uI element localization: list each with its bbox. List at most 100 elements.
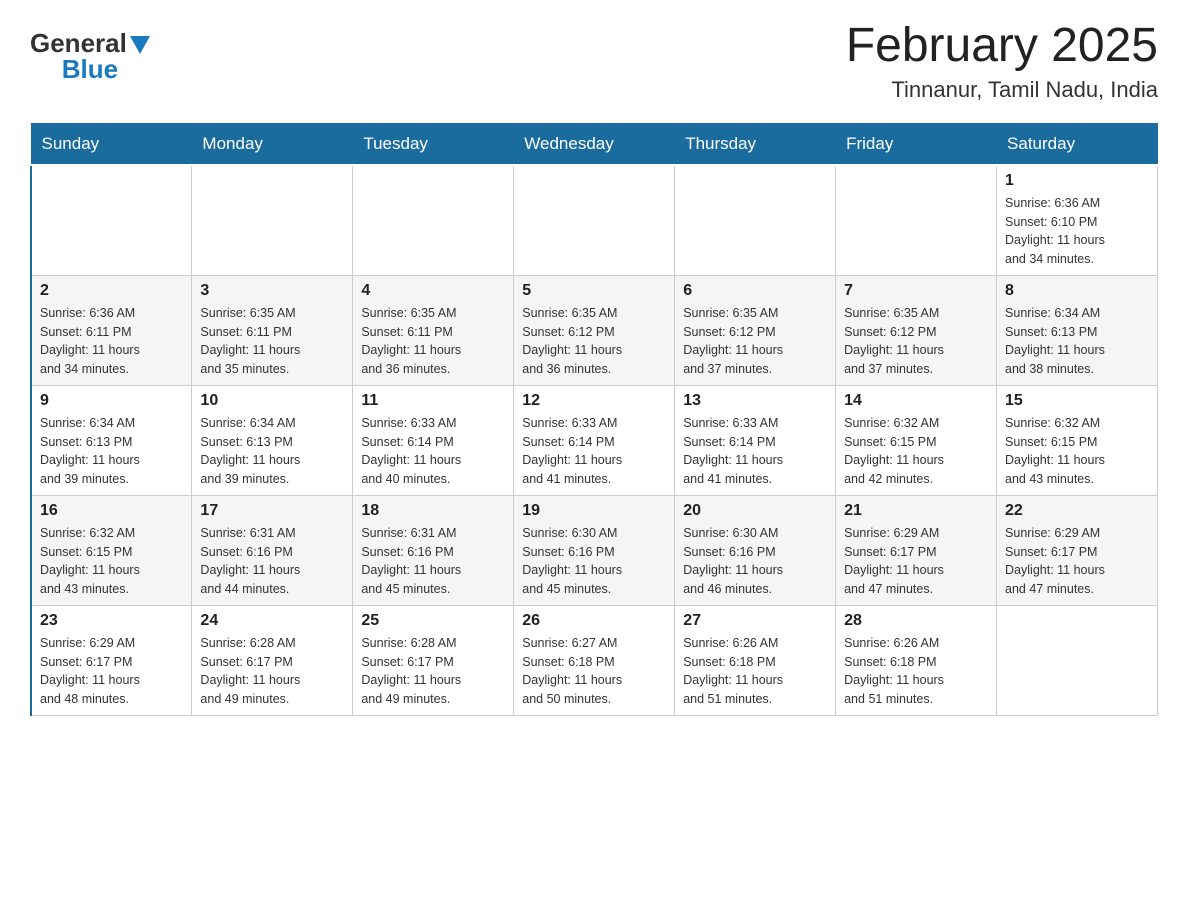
day-number: 2 [40,282,183,300]
calendar-day-cell [997,605,1158,715]
day-number: 11 [361,392,505,410]
calendar-day-cell: 25 Sunrise: 6:28 AMSunset: 6:17 PMDayligh… [353,605,514,715]
day-info: Sunrise: 6:35 AMSunset: 6:12 PMDaylight:… [683,304,827,379]
calendar-day-cell: 18 Sunrise: 6:31 AMSunset: 6:16 PMDayligh… [353,495,514,605]
col-monday: Monday [192,123,353,165]
calendar-week-row: 1 Sunrise: 6:36 AMSunset: 6:10 PMDaylight… [31,165,1158,276]
calendar-day-cell: 11 Sunrise: 6:33 AMSunset: 6:14 PMDayligh… [353,385,514,495]
day-info: Sunrise: 6:35 AMSunset: 6:12 PMDaylight:… [522,304,666,379]
calendar-day-cell: 17Sunrise: 6:31 AMSunset: 6:16 PMDayligh… [192,495,353,605]
day-number: 21 [844,502,988,520]
calendar-day-cell: 3 Sunrise: 6:35 AMSunset: 6:11 PMDaylight… [192,275,353,385]
day-number: 1 [1005,172,1149,190]
day-info: Sunrise: 6:30 AMSunset: 6:16 PMDaylight:… [683,524,827,599]
calendar-day-cell [353,165,514,276]
day-info: Sunrise: 6:31 AMSunset: 6:16 PMDaylight:… [361,524,505,599]
day-info: Sunrise: 6:34 AMSunset: 6:13 PMDaylight:… [200,414,344,489]
calendar-day-cell [192,165,353,276]
col-thursday: Thursday [675,123,836,165]
calendar-day-cell: 1 Sunrise: 6:36 AMSunset: 6:10 PMDaylight… [997,165,1158,276]
day-info: Sunrise: 6:28 AMSunset: 6:17 PMDaylight:… [361,634,505,709]
calendar-week-row: 2 Sunrise: 6:36 AMSunset: 6:11 PMDaylight… [31,275,1158,385]
calendar-day-cell: 13 Sunrise: 6:33 AMSunset: 6:14 PMDayligh… [675,385,836,495]
day-info: Sunrise: 6:29 AMSunset: 6:17 PMDaylight:… [1005,524,1149,599]
day-info: Sunrise: 6:26 AMSunset: 6:18 PMDaylight:… [683,634,827,709]
day-number: 16 [40,502,183,520]
calendar-day-cell: 19 Sunrise: 6:30 AMSunset: 6:16 PMDayligh… [514,495,675,605]
calendar-day-cell: 28 Sunrise: 6:26 AMSunset: 6:18 PMDayligh… [836,605,997,715]
day-info: Sunrise: 6:36 AMSunset: 6:11 PMDaylight:… [40,304,183,379]
day-info: Sunrise: 6:34 AMSunset: 6:13 PMDaylight:… [1005,304,1149,379]
calendar-day-cell: 24 Sunrise: 6:28 AMSunset: 6:17 PMDayligh… [192,605,353,715]
day-info: Sunrise: 6:32 AMSunset: 6:15 PMDaylight:… [1005,414,1149,489]
calendar-day-cell: 4 Sunrise: 6:35 AMSunset: 6:11 PMDaylight… [353,275,514,385]
day-number: 13 [683,392,827,410]
day-info: Sunrise: 6:33 AMSunset: 6:14 PMDaylight:… [683,414,827,489]
day-number: 28 [844,612,988,630]
col-wednesday: Wednesday [514,123,675,165]
day-number: 26 [522,612,666,630]
page-header: General Blue February 2025 Tinnanur, Tam… [30,20,1158,103]
day-info: Sunrise: 6:28 AMSunset: 6:17 PMDaylight:… [200,634,344,709]
calendar-day-cell: 5Sunrise: 6:35 AMSunset: 6:12 PMDaylight… [514,275,675,385]
day-info: Sunrise: 6:35 AMSunset: 6:11 PMDaylight:… [361,304,505,379]
calendar-week-row: 9 Sunrise: 6:34 AMSunset: 6:13 PMDaylight… [31,385,1158,495]
calendar-day-cell: 6 Sunrise: 6:35 AMSunset: 6:12 PMDaylight… [675,275,836,385]
calendar-day-cell: 21Sunrise: 6:29 AMSunset: 6:17 PMDayligh… [836,495,997,605]
day-number: 27 [683,612,827,630]
day-info: Sunrise: 6:27 AMSunset: 6:18 PMDaylight:… [522,634,666,709]
logo-blue: Blue [62,54,118,84]
day-info: Sunrise: 6:30 AMSunset: 6:16 PMDaylight:… [522,524,666,599]
day-info: Sunrise: 6:34 AMSunset: 6:13 PMDaylight:… [40,414,183,489]
day-number: 23 [40,612,183,630]
calendar-day-cell: 20Sunrise: 6:30 AMSunset: 6:16 PMDayligh… [675,495,836,605]
calendar-day-cell [675,165,836,276]
calendar-week-row: 23 Sunrise: 6:29 AMSunset: 6:17 PMDayligh… [31,605,1158,715]
col-tuesday: Tuesday [353,123,514,165]
day-number: 4 [361,282,505,300]
day-number: 22 [1005,502,1149,520]
logo-general: General [30,30,127,56]
calendar-day-cell: 12Sunrise: 6:33 AMSunset: 6:14 PMDayligh… [514,385,675,495]
day-number: 6 [683,282,827,300]
calendar-week-row: 16 Sunrise: 6:32 AMSunset: 6:15 PMDayligh… [31,495,1158,605]
day-info: Sunrise: 6:36 AMSunset: 6:10 PMDaylight:… [1005,194,1149,269]
day-number: 19 [522,502,666,520]
location-subtitle: Tinnanur, Tamil Nadu, India [846,77,1158,103]
calendar-day-cell [514,165,675,276]
title-block: February 2025 Tinnanur, Tamil Nadu, Indi… [846,20,1158,103]
day-info: Sunrise: 6:32 AMSunset: 6:15 PMDaylight:… [40,524,183,599]
day-number: 10 [200,392,344,410]
calendar-day-cell [31,165,192,276]
day-info: Sunrise: 6:33 AMSunset: 6:14 PMDaylight:… [522,414,666,489]
day-number: 18 [361,502,505,520]
day-number: 8 [1005,282,1149,300]
calendar-day-cell: 15 Sunrise: 6:32 AMSunset: 6:15 PMDayligh… [997,385,1158,495]
calendar-day-cell: 7 Sunrise: 6:35 AMSunset: 6:12 PMDaylight… [836,275,997,385]
day-number: 3 [200,282,344,300]
day-info: Sunrise: 6:35 AMSunset: 6:11 PMDaylight:… [200,304,344,379]
day-number: 7 [844,282,988,300]
calendar-day-cell: 14Sunrise: 6:32 AMSunset: 6:15 PMDayligh… [836,385,997,495]
day-number: 15 [1005,392,1149,410]
calendar-day-cell: 9 Sunrise: 6:34 AMSunset: 6:13 PMDaylight… [31,385,192,495]
day-info: Sunrise: 6:35 AMSunset: 6:12 PMDaylight:… [844,304,988,379]
day-info: Sunrise: 6:26 AMSunset: 6:18 PMDaylight:… [844,634,988,709]
day-number: 9 [40,392,183,410]
calendar-day-cell [836,165,997,276]
day-number: 25 [361,612,505,630]
day-number: 24 [200,612,344,630]
calendar-day-cell: 23 Sunrise: 6:29 AMSunset: 6:17 PMDayligh… [31,605,192,715]
month-year-title: February 2025 [846,20,1158,73]
calendar-day-cell: 10 Sunrise: 6:34 AMSunset: 6:13 PMDayligh… [192,385,353,495]
col-friday: Friday [836,123,997,165]
calendar-day-cell: 26 Sunrise: 6:27 AMSunset: 6:18 PMDayligh… [514,605,675,715]
calendar-day-cell: 2 Sunrise: 6:36 AMSunset: 6:11 PMDaylight… [31,275,192,385]
calendar-day-cell: 16 Sunrise: 6:32 AMSunset: 6:15 PMDayligh… [31,495,192,605]
day-info: Sunrise: 6:29 AMSunset: 6:17 PMDaylight:… [40,634,183,709]
day-info: Sunrise: 6:32 AMSunset: 6:15 PMDaylight:… [844,414,988,489]
col-sunday: Sunday [31,123,192,165]
calendar-day-cell: 27 Sunrise: 6:26 AMSunset: 6:18 PMDayligh… [675,605,836,715]
col-saturday: Saturday [997,123,1158,165]
day-info: Sunrise: 6:33 AMSunset: 6:14 PMDaylight:… [361,414,505,489]
